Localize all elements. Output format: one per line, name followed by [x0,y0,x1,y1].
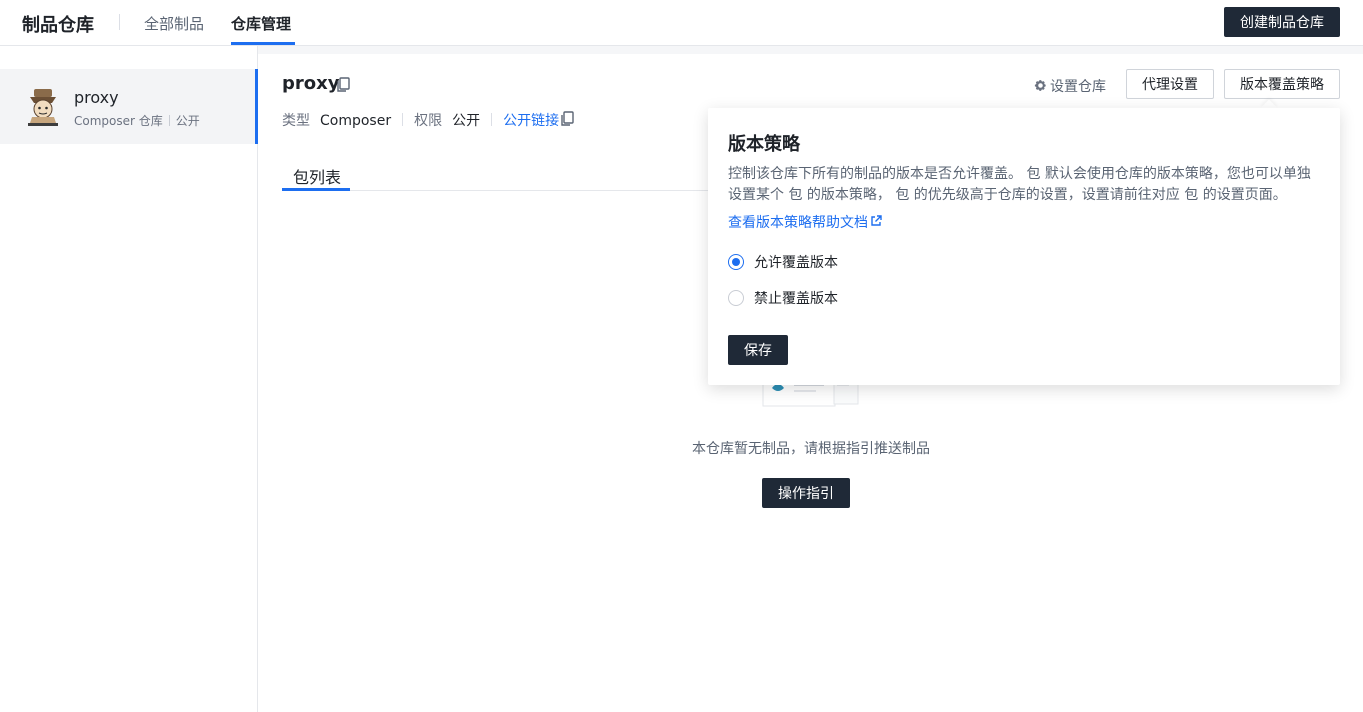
radio-label: 允许覆盖版本 [754,255,838,271]
version-policy-popover [708,108,1340,385]
radio-forbid-overwrite[interactable]: 禁止覆盖版本 [728,288,838,308]
type-label: 类型 [282,113,310,129]
radio-unchecked-icon[interactable] [728,290,744,306]
popover-title: 版本策略 [728,134,800,155]
help-doc-label: 查看版本策略帮助文档 [728,215,868,231]
active-tab-indicator [231,42,295,45]
brand-title: 制品仓库 [22,15,94,36]
help-doc-link[interactable]: 查看版本策略帮助文档 [728,212,882,232]
sidebar-item-proxy[interactable]: proxy Composer 仓库 公开 [0,69,258,144]
save-button[interactable]: 保存 [728,335,788,365]
repo-visibility: 公开 [175,114,200,128]
type-value: Composer [320,113,392,129]
create-repo-button[interactable]: 创建制品仓库 [1224,7,1340,37]
guide-button[interactable]: 操作指引 [762,478,850,508]
copy-link-icon[interactable] [560,111,574,127]
version-policy-button[interactable]: 版本覆盖策略 [1224,69,1340,99]
repo-name: proxy [74,88,119,107]
tab-all-artifacts[interactable]: 全部制品 [144,13,204,34]
copy-icon[interactable] [336,77,350,93]
proxy-settings-button[interactable]: 代理设置 [1126,69,1214,99]
popover-description: 控制该仓库下所有的制品的版本是否允许覆盖。 包 默认会使用仓库的版本策略，您也可… [728,166,1311,203]
empty-state-text: 本仓库暂无制品，请根据指引推送制品 [692,441,930,457]
tab-repo-management[interactable]: 仓库管理 [231,13,291,34]
active-tab-indicator [282,188,350,191]
composer-logo-icon [28,89,58,126]
gear-icon [1034,80,1046,91]
repo-settings-link[interactable]: 设置仓库 [1034,76,1106,96]
repo-meta: Composer 仓库 公开 [74,112,200,129]
tab-package-list[interactable]: 包列表 [293,164,341,188]
top-nav: 制品仓库 全部制品 仓库管理 创建制品仓库 [0,0,1363,46]
settings-label: 设置仓库 [1050,79,1106,95]
page-title: proxy [282,73,340,94]
meta-divider [402,113,404,126]
public-link[interactable]: 公开链接 [503,113,559,129]
repo-type: Composer 仓库 [74,114,163,128]
permission-value: 公开 [452,113,481,129]
meta-divider [168,115,170,126]
external-link-icon [871,215,882,226]
radio-checked-icon[interactable] [728,254,744,270]
repo-meta-row: 类型 Composer 权限 公开 公开链接 [282,110,559,130]
permission-label: 权限 [414,113,443,129]
radio-allow-overwrite[interactable]: 允许覆盖版本 [728,252,838,272]
radio-label: 禁止覆盖版本 [754,291,838,307]
repo-sidebar [0,46,258,712]
nav-divider [119,14,120,30]
meta-divider [491,113,493,126]
